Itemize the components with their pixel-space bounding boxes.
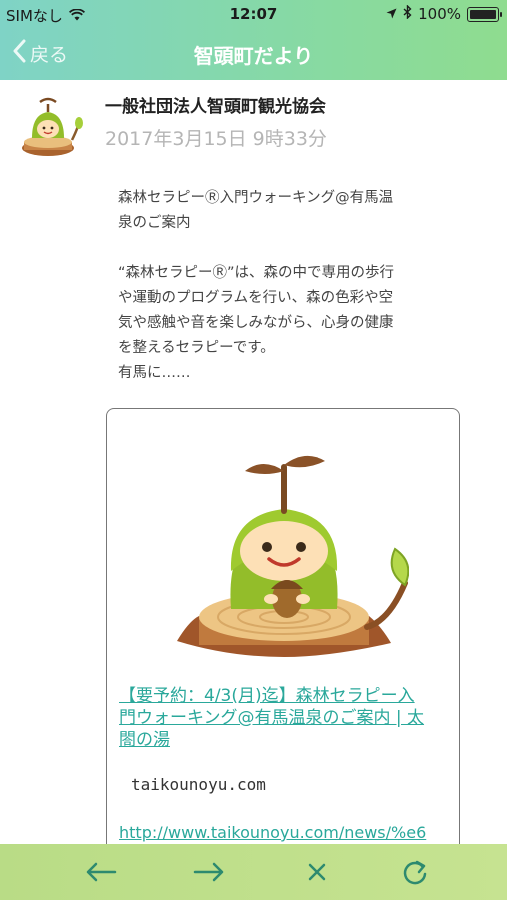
post-body: 森林セラピーⓇ入門ウォーキング@有馬温 泉のご案内 “森林セラピーⓇ”は、森の中…	[118, 186, 458, 386]
stop-button[interactable]	[299, 855, 335, 889]
status-bar: SIMなし 12:07 100%	[0, 0, 507, 28]
reload-button[interactable]	[397, 855, 433, 889]
link-line: 閤の湯	[119, 730, 170, 750]
forward-arrow-icon	[193, 862, 224, 882]
body-line: “森林セラピーⓇ”は、森の中で専用の歩行	[118, 265, 395, 281]
body-line: 有馬に……	[118, 365, 191, 381]
top-bar: SIMなし 12:07 100% 戻る 智頭町だより	[0, 0, 507, 80]
location-arrow-icon	[386, 5, 397, 23]
status-right: 100%	[386, 4, 502, 23]
link-url[interactable]: http://www.taikounoyu.com/news/%e6	[119, 823, 426, 842]
bluetooth-icon	[403, 4, 412, 23]
avatar[interactable]	[18, 92, 84, 162]
link-preview-card[interactable]: 【要予約：4/3(月)迄】森林セラピー入 門ウォーキング@有馬温泉のご案内 | …	[106, 408, 460, 890]
mascot-image[interactable]	[159, 431, 409, 681]
reload-icon	[403, 860, 427, 885]
bottom-toolbar	[0, 844, 507, 900]
post-header: 一般社団法人智頭町観光協会 2017年3月15日 9時33分	[0, 80, 507, 170]
link-line: 門ウォーキング@有馬温泉のご案内 | 太	[119, 708, 425, 728]
body-line: を整えるセラピーです。	[118, 340, 275, 356]
article-title-link[interactable]: 【要予約：4/3(月)迄】森林セラピー入 門ウォーキング@有馬温泉のご案内 | …	[119, 685, 449, 751]
nav-bar: 戻る 智頭町だより	[0, 28, 507, 80]
battery-icon	[467, 6, 502, 22]
body-line: 泉のご案内	[118, 215, 191, 231]
browser-back-button[interactable]	[83, 855, 119, 889]
page-title: 智頭町だより	[193, 44, 314, 68]
body-line: 森林セラピーⓇ入門ウォーキング@有馬温	[118, 190, 394, 206]
body-line: や運動のプログラムを行い、森の色彩や空	[118, 290, 394, 306]
link-line: 【要予約：4/3(月)迄】森林セラピー入	[119, 686, 415, 706]
post-date: 2017年3月15日 9時33分	[105, 128, 327, 150]
close-icon	[308, 863, 326, 881]
mascot-avatar-icon	[22, 97, 83, 156]
browser-forward-button[interactable]	[191, 855, 227, 889]
body-line: 気や感触や音を楽しみながら、心身の健康	[118, 315, 394, 331]
author-name: 一般社団法人智頭町観光協会	[105, 97, 326, 117]
link-domain: taikounoyu.com	[131, 775, 266, 794]
back-arrow-icon	[86, 862, 117, 882]
battery-percent: 100%	[418, 5, 461, 23]
